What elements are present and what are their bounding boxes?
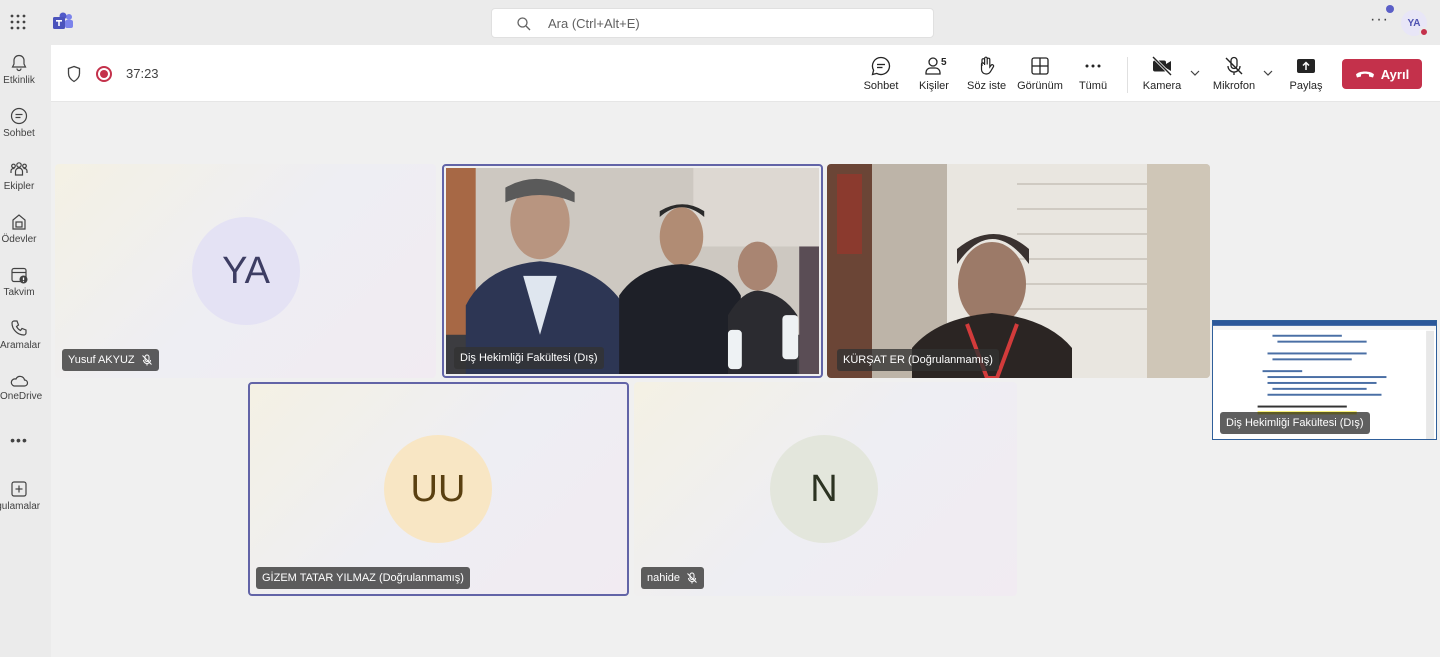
more-icon	[1085, 64, 1101, 68]
participant-name-tag: Diş Hekimliği Fakültesi (Dış)	[1220, 412, 1370, 434]
top-bar: Ara (Ctrl+Alt+E) ··· YA	[0, 0, 1440, 45]
camera-options-chevron-icon[interactable]	[1190, 70, 1200, 76]
participant-name-tag: nahide	[641, 567, 705, 589]
share-button[interactable]: Paylaş	[1289, 55, 1323, 92]
participant-name: Diş Hekimliği Fakültesi (Dış)	[1226, 417, 1364, 429]
participant-name-tag: KÜRŞAT ER (Doğrulanmamış)	[837, 349, 999, 371]
rail-item-calls[interactable]: Aramalar	[0, 318, 41, 351]
raise-hand-button[interactable]: Söz iste	[967, 55, 1007, 92]
participant-tile[interactable]: KÜRŞAT ER (Doğrulanmamış)	[827, 164, 1210, 378]
mic-off-icon	[1225, 56, 1243, 75]
more-actions-button[interactable]: Tümü	[1077, 55, 1109, 92]
participant-name: KÜRŞAT ER (Doğrulanmamış)	[843, 354, 993, 366]
people-label: Kişiler	[919, 80, 949, 92]
people-count: 5	[941, 57, 947, 68]
participant-avatar: UU	[384, 435, 492, 543]
camera-label: Kamera	[1142, 80, 1182, 92]
camera-off-icon	[1151, 55, 1173, 77]
teams-icon	[10, 162, 28, 176]
rail-label: Etkinlik	[3, 75, 35, 86]
view-label: Görünüm	[1017, 80, 1063, 92]
chat-icon	[10, 107, 28, 125]
view-button[interactable]: Görünüm	[1017, 55, 1063, 92]
participant-name: Yusuf AKYUZ	[68, 354, 135, 366]
grid-view-icon	[1031, 57, 1049, 75]
camera-button[interactable]: Kamera	[1142, 55, 1182, 92]
presence-status-icon	[1419, 27, 1429, 37]
rail-label: Uygulamalar	[0, 501, 41, 512]
participant-tile[interactable]: N nahide	[634, 382, 1017, 596]
settings-more-button[interactable]: ···	[1370, 11, 1389, 29]
share-icon	[1297, 59, 1315, 73]
raise-hand-label: Söz iste	[967, 80, 1007, 92]
app-rail: Etkinlik Sohbet Ekipler Ödevler Takvim A…	[0, 45, 51, 657]
chat-label: Sohbet	[863, 80, 899, 92]
leave-label: Ayrıl	[1380, 66, 1410, 82]
bell-icon	[11, 54, 27, 72]
rail-label: Takvim	[3, 287, 35, 298]
participant-name: GİZEM TATAR YILMAZ (Doğrulanmamış)	[262, 572, 464, 584]
rail-label: Aramalar	[0, 340, 41, 351]
participant-name-tag: Yusuf AKYUZ	[62, 349, 159, 371]
screen-share-tile[interactable]: Diş Hekimliği Fakültesi (Dış)	[1212, 320, 1437, 440]
rail-item-calendar[interactable]: Takvim	[0, 265, 38, 298]
calendar-icon	[11, 267, 28, 284]
leave-button[interactable]: Ayrıl	[1342, 59, 1422, 89]
cloud-icon	[10, 375, 29, 387]
participant-avatar: YA	[192, 217, 300, 325]
video-frame	[446, 168, 819, 374]
mic-off-icon	[141, 354, 152, 366]
toolbar-divider	[1127, 57, 1128, 93]
user-avatar[interactable]: YA	[1401, 10, 1429, 37]
mic-options-chevron-icon[interactable]	[1263, 70, 1273, 76]
rail-label: Sohbet	[3, 128, 35, 139]
participant-video	[827, 164, 1210, 378]
rail-item-assignments[interactable]: Ödevler	[0, 212, 38, 245]
add-apps-icon	[11, 481, 27, 497]
participant-tile[interactable]: YA Yusuf AKYUZ	[55, 164, 436, 378]
chat-button[interactable]: Sohbet	[863, 55, 899, 92]
participant-avatar: N	[770, 435, 878, 543]
recording-icon	[96, 66, 112, 82]
phone-icon	[11, 320, 27, 336]
assignments-icon	[12, 214, 26, 230]
participant-name-tag: Diş Hekimliği Fakültesi (Dış)	[454, 347, 604, 369]
rail-label: Ekipler	[3, 181, 35, 192]
meeting-stage: 37:23 Sohbet 5 Kişiler Söz iste Görünüm …	[51, 45, 1440, 657]
more-label: Tümü	[1078, 80, 1108, 92]
rail-item-onedrive[interactable]: OneDrive	[0, 373, 43, 402]
rail-label: OneDrive	[0, 391, 43, 402]
participant-name-tag: GİZEM TATAR YILMAZ (Doğrulanmamış)	[256, 567, 470, 589]
rail-more-button[interactable]: •••	[0, 432, 38, 448]
hand-icon	[980, 56, 995, 75]
participant-name: nahide	[647, 572, 681, 584]
participant-tile[interactable]: Diş Hekimliği Fakültesi (Dış)	[442, 164, 823, 378]
meeting-toolbar: 37:23 Sohbet 5 Kişiler Söz iste Görünüm …	[51, 45, 1440, 102]
shield-icon[interactable]	[66, 65, 82, 83]
mic-off-icon	[687, 572, 697, 584]
chat-icon	[871, 56, 891, 76]
rail-item-apps[interactable]: Uygulamalar	[0, 479, 41, 512]
participant-video	[446, 168, 819, 374]
mic-button[interactable]: Mikrofon	[1211, 55, 1257, 92]
search-icon	[517, 17, 531, 31]
rail-label: Ödevler	[1, 234, 37, 245]
rail-item-activity[interactable]: Etkinlik	[0, 53, 38, 86]
notification-dot	[1386, 5, 1394, 13]
app-launcher-icon[interactable]	[10, 14, 26, 30]
people-button[interactable]: 5 Kişiler	[917, 55, 951, 92]
teams-logo-icon[interactable]	[52, 12, 74, 32]
participant-tile[interactable]: UU GİZEM TATAR YILMAZ (Doğrulanmamış)	[248, 382, 629, 596]
hang-up-icon	[1355, 71, 1374, 78]
rail-item-chat[interactable]: Sohbet	[0, 106, 38, 139]
participant-name: Diş Hekimliği Fakültesi (Dış)	[460, 352, 598, 364]
share-label: Paylaş	[1289, 80, 1323, 92]
search-input[interactable]: Ara (Ctrl+Alt+E)	[491, 8, 934, 38]
mic-label: Mikrofon	[1212, 80, 1256, 92]
user-initials: YA	[1407, 17, 1421, 29]
rail-item-teams[interactable]: Ekipler	[0, 159, 38, 192]
meeting-timer: 37:23	[126, 66, 159, 81]
search-placeholder: Ara (Ctrl+Alt+E)	[548, 16, 640, 31]
